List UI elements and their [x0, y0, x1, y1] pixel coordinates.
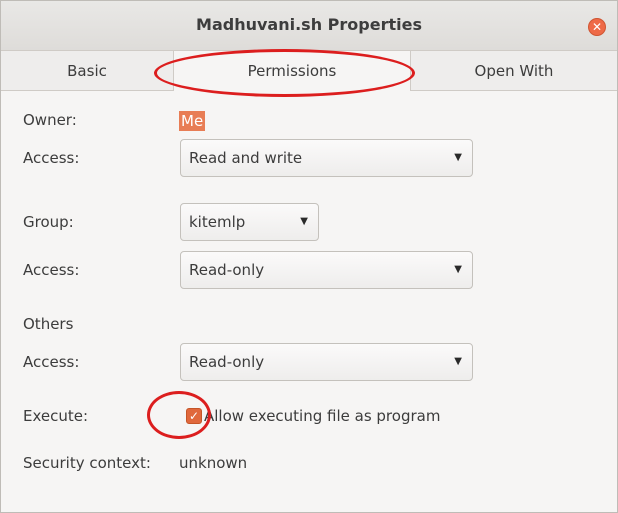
chevron-down-icon: ▼	[454, 264, 462, 275]
others-label: Others	[23, 315, 74, 333]
execute-label: Execute:	[23, 407, 89, 425]
group-access-label: Access:	[23, 261, 80, 279]
owner-value: Me	[179, 111, 206, 131]
owner-access-value: Read and write	[189, 149, 303, 167]
execute-checkbox-label[interactable]: Allow executing file as program	[204, 407, 440, 425]
group-dropdown[interactable]: kitemlp ▼	[180, 203, 319, 241]
owner-access-dropdown[interactable]: Read and write ▼	[180, 139, 473, 177]
security-context-value: unknown	[179, 454, 248, 472]
group-access-dropdown[interactable]: Read-only ▼	[180, 251, 473, 289]
titlebar[interactable]: Madhuvani.sh Properties ✕	[1, 1, 617, 51]
group-label: Group:	[23, 213, 74, 231]
others-access-label: Access:	[23, 353, 80, 371]
owner-label: Owner:	[23, 111, 77, 129]
owner-access-label: Access:	[23, 149, 80, 167]
chevron-down-icon: ▼	[300, 216, 308, 227]
chevron-down-icon: ▼	[454, 152, 462, 163]
group-access-value: Read-only	[189, 261, 265, 279]
annotation-ellipse	[154, 49, 415, 97]
others-access-dropdown[interactable]: Read-only ▼	[180, 343, 473, 381]
security-context-label: Security context:	[23, 454, 151, 472]
tab-basic[interactable]: Basic	[1, 51, 173, 91]
properties-window: Madhuvani.sh Properties ✕ Basic Permissi…	[0, 0, 618, 513]
annotation-circle	[147, 391, 211, 439]
tab-open-with[interactable]: Open With	[411, 51, 617, 91]
group-value: kitemlp	[189, 213, 246, 231]
window-title: Madhuvani.sh Properties	[196, 15, 422, 34]
chevron-down-icon: ▼	[454, 356, 462, 367]
close-icon[interactable]: ✕	[588, 18, 606, 36]
others-access-value: Read-only	[189, 353, 265, 371]
